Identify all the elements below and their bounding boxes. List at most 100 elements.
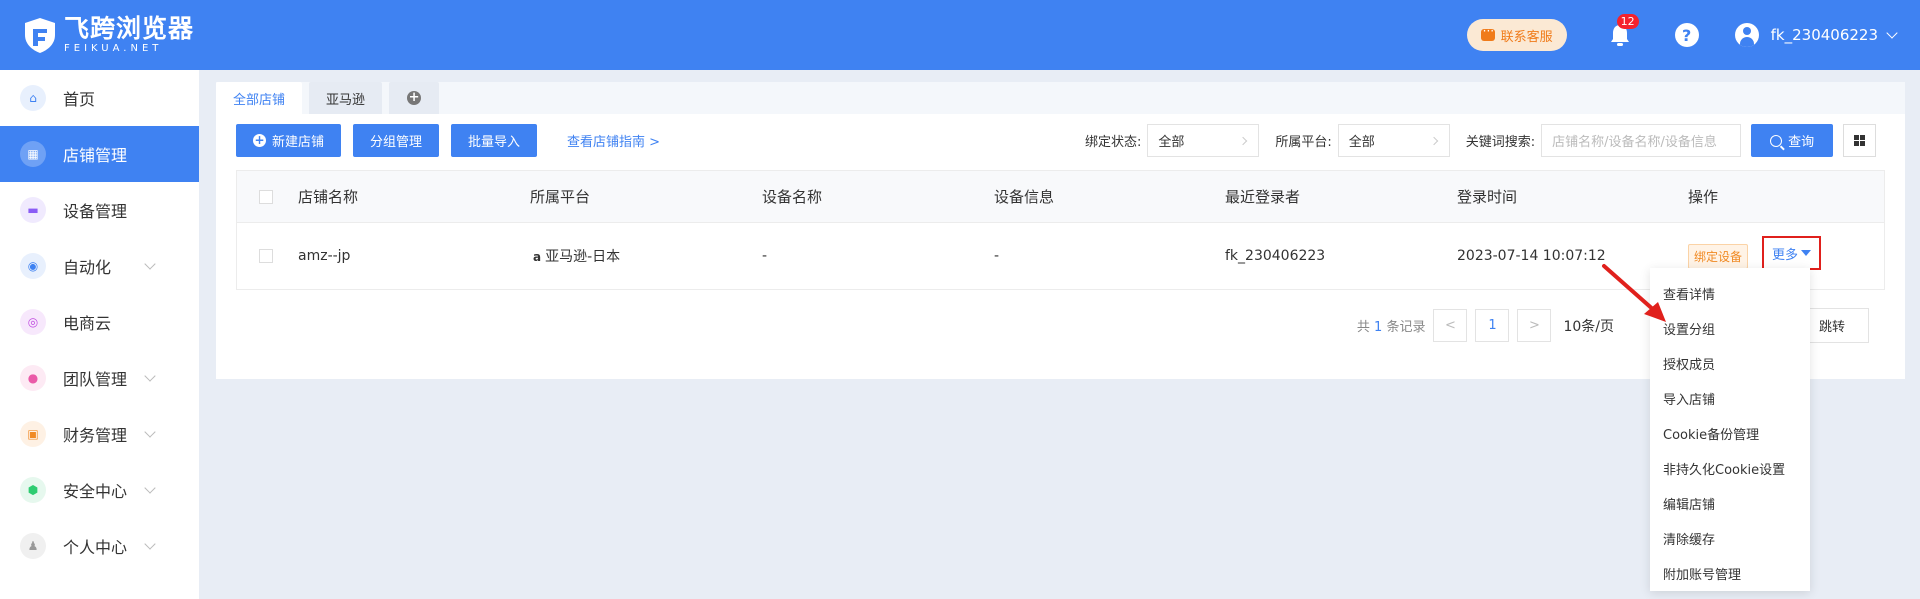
notification-badge: 12	[1616, 14, 1639, 29]
store-guide-link[interactable]: 查看店铺指南 >	[567, 131, 660, 150]
grid-icon	[1854, 135, 1866, 146]
contact-support-button[interactable]: 联系客服	[1466, 19, 1567, 51]
column-header: 店铺名称	[298, 188, 359, 206]
column-header: 设备名称	[762, 188, 823, 206]
menu-item-cookie-backup[interactable]: Cookie备份管理	[1650, 416, 1810, 451]
sidebar-item-personal[interactable]: ♟ 个人中心	[0, 518, 199, 574]
bind-status-select[interactable]: 全部	[1147, 124, 1260, 157]
add-tab-button[interactable]: +	[389, 82, 440, 114]
chevron-down-icon	[144, 370, 156, 382]
support-label: 联系客服	[1500, 29, 1553, 45]
plus-icon: +	[253, 133, 266, 147]
sidebar-item-label: 店铺管理	[63, 146, 128, 165]
sidebar-item-label: 首页	[63, 90, 96, 109]
column-header: 所属平台	[530, 188, 591, 206]
column-header: 操作	[1688, 188, 1719, 206]
login-time: 2023-07-14 10:07:12	[1457, 248, 1606, 264]
device-name: -	[762, 248, 768, 264]
group-manage-button[interactable]: 分组管理	[353, 124, 440, 157]
menu-item-edit-store[interactable]: 编辑店铺	[1650, 486, 1810, 521]
person-icon: ♟	[20, 533, 46, 559]
store-name[interactable]: amz--jp	[298, 248, 350, 264]
total-records: 共 1 条记录	[1356, 320, 1426, 335]
sidebar-item-label: 安全中心	[63, 482, 128, 501]
search-icon	[1770, 134, 1783, 147]
keyword-search-input[interactable]: 店铺名称/设备名称/设备信息	[1541, 124, 1742, 157]
sidebar-item-home[interactable]: ⌂ 首页	[0, 70, 199, 126]
app-logo[interactable]: 飞跨浏览器 FEIKUA.NET	[22, 15, 194, 55]
sidebar-item-label: 设备管理	[63, 202, 128, 221]
bind-device-button[interactable]: 绑定设备	[1688, 243, 1749, 269]
device-icon: ▬	[20, 197, 46, 223]
platform-select[interactable]: 全部	[1337, 124, 1450, 157]
menu-item-view-details[interactable]: 查看详情	[1650, 276, 1810, 311]
platform-cell: a 亚马逊-日本	[533, 246, 620, 266]
user-menu[interactable]: fk_230406223	[1734, 23, 1898, 47]
shield-icon: ⬢	[20, 477, 46, 503]
chevron-down-icon	[144, 482, 156, 494]
home-icon: ⌂	[20, 85, 46, 111]
wallet-icon: ▣	[20, 421, 46, 447]
table-header: 店铺名称 所属平台 设备名称 设备信息 最近登录者 登录时间 操作	[237, 171, 1884, 223]
logo-shield-icon	[25, 18, 55, 53]
menu-item-authorize-members[interactable]: 授权成员	[1650, 346, 1810, 381]
chevron-down-icon	[144, 426, 156, 438]
batch-import-button[interactable]: 批量导入	[451, 124, 538, 157]
more-actions-button[interactable]: 更多	[1762, 236, 1821, 270]
sidebar-item-label: 财务管理	[63, 426, 128, 445]
caret-down-icon	[1801, 250, 1811, 256]
sidebar-item-label: 自动化	[63, 258, 112, 277]
username: fk_230406223	[1770, 26, 1878, 44]
avatar	[1734, 23, 1759, 47]
menu-item-set-group[interactable]: 设置分组	[1650, 311, 1810, 346]
new-store-label: 新建店铺	[272, 135, 325, 150]
query-button[interactable]: 查询	[1751, 124, 1834, 157]
sidebar-item-team[interactable]: ● 团队管理	[0, 350, 199, 406]
column-header: 最近登录者	[1225, 188, 1301, 206]
sidebar-item-device[interactable]: ▬ 设备管理	[0, 182, 199, 238]
team-icon: ●	[20, 365, 46, 391]
grid-view-button[interactable]	[1843, 124, 1877, 157]
help-icon[interactable]: ?	[1674, 23, 1699, 47]
menu-item-clear-cache[interactable]: 清除缓存	[1650, 521, 1810, 556]
robot-icon: ◉	[20, 253, 46, 279]
row-checkbox[interactable]	[259, 249, 273, 263]
store-icon: ▦	[20, 141, 46, 167]
cloud-icon: ◎	[20, 309, 46, 335]
more-label: 更多	[1771, 247, 1798, 263]
page-number-button[interactable]: 1	[1475, 309, 1510, 342]
column-header: 登录时间	[1457, 188, 1518, 206]
platform-label: 所属平台:	[1275, 135, 1332, 150]
chevron-down-icon	[1886, 26, 1898, 39]
sidebar-item-automation[interactable]: ◉ 自动化	[0, 238, 199, 294]
notification-bell[interactable]: 12	[1605, 14, 1639, 50]
menu-item-additional-accounts[interactable]: 附加账号管理	[1650, 556, 1810, 591]
new-store-button[interactable]: + 新建店铺	[236, 124, 342, 157]
device-info: -	[994, 248, 1000, 264]
sidebar-item-finance[interactable]: ▣ 财务管理	[0, 406, 199, 462]
sidebar: ⌂ 首页 ▦ 店铺管理 ▬ 设备管理 ◉ 自动化 ◎ 电商云 ● 团队管理 ▣ …	[0, 70, 199, 599]
red-arrow-icon	[1602, 264, 1666, 322]
sidebar-item-label: 团队管理	[63, 370, 128, 389]
menu-item-import-store[interactable]: 导入店铺	[1650, 381, 1810, 416]
sidebar-item-ecommerce-cloud[interactable]: ◎ 电商云	[0, 294, 199, 350]
sidebar-item-store[interactable]: ▦ 店铺管理	[0, 126, 199, 182]
keyword-label: 关键词搜索:	[1465, 135, 1536, 150]
column-header: 设备信息	[994, 188, 1055, 206]
chevron-down-icon	[144, 538, 156, 550]
chevron-down-icon	[144, 258, 156, 270]
sidebar-item-security[interactable]: ⬢ 安全中心	[0, 462, 199, 518]
prev-page-button[interactable]: <	[1433, 309, 1468, 342]
top-header: 飞跨浏览器 FEIKUA.NET 联系客服 12 ? fk_230406223	[0, 0, 1920, 70]
sidebar-item-label: 个人中心	[63, 538, 128, 557]
store-tabs: 全部店铺 亚马逊 +	[216, 82, 446, 114]
toolbar: + 新建店铺 分组管理 批量导入 查看店铺指南 >	[236, 124, 660, 157]
tab-all-stores[interactable]: 全部店铺	[216, 82, 303, 114]
select-all-checkbox[interactable]	[259, 189, 273, 204]
next-page-button[interactable]: >	[1517, 309, 1552, 342]
amazon-icon: a	[533, 250, 542, 264]
tab-amazon[interactable]: 亚马逊	[309, 82, 383, 114]
logo-subtitle: FEIKUA.NET	[64, 43, 163, 54]
menu-item-non-persistent-cookie[interactable]: 非持久化Cookie设置	[1650, 451, 1810, 486]
last-login-user: fk_230406223	[1225, 248, 1326, 264]
